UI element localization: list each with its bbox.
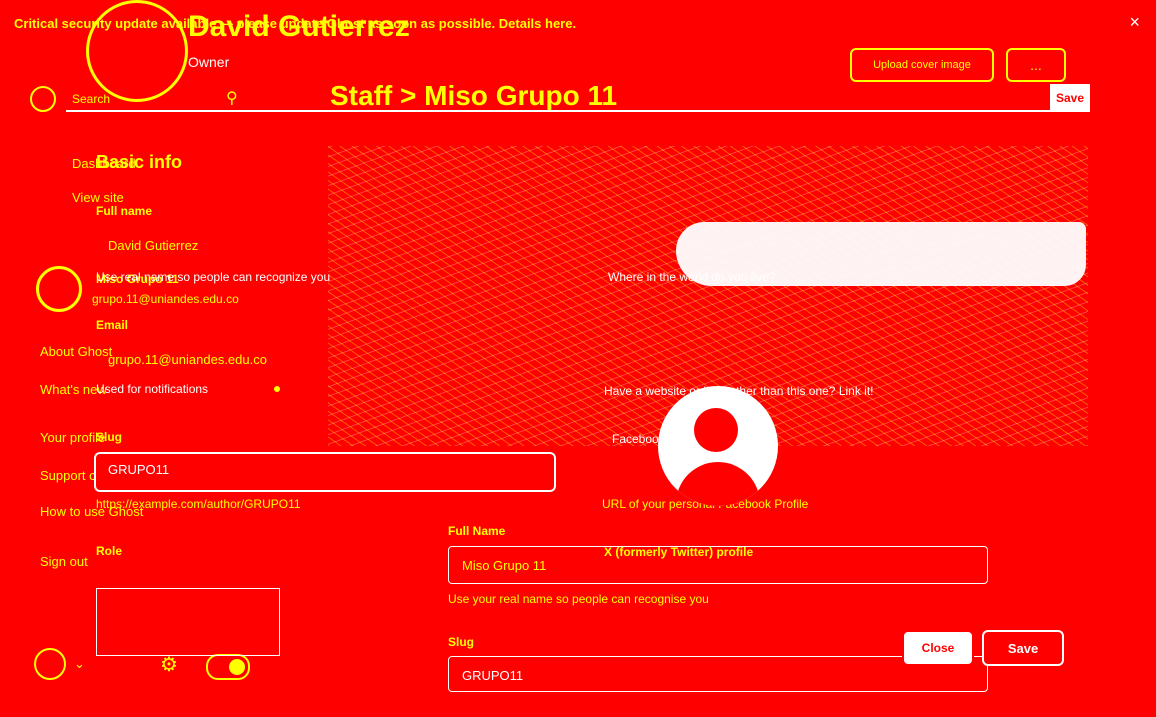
- slug-label: Slug: [96, 430, 122, 444]
- user-icon-head: [694, 408, 738, 452]
- slug-value[interactable]: GRUPO11: [108, 462, 169, 477]
- right-full-name-hint: Use your real name so people can recogni…: [448, 592, 709, 606]
- full-name-hint: Use real name so people can recognize yo…: [96, 270, 331, 284]
- search-label[interactable]: Search: [72, 92, 110, 106]
- staff-avatar: [86, 0, 188, 102]
- email-hint: Used for notifications: [96, 382, 209, 396]
- user-icon-body: [676, 462, 760, 506]
- right-slug-label: Slug: [448, 635, 474, 649]
- right-full-name-value[interactable]: Miso Grupo 11: [462, 558, 546, 573]
- right-full-name-label: Full Name: [448, 524, 506, 538]
- ghost-logo-icon: [30, 86, 56, 112]
- close-icon[interactable]: ×: [1129, 12, 1140, 33]
- user-avatar[interactable]: [34, 648, 66, 680]
- close-button[interactable]: Close: [902, 630, 974, 666]
- email-label: Email: [96, 318, 129, 332]
- slug-hint: https://example.com/author/GRUPO11: [96, 497, 301, 511]
- breadcrumb: Staff > Miso Grupo 11: [330, 80, 618, 111]
- save-button[interactable]: Save: [982, 630, 1064, 666]
- upload-cover-button[interactable]: Upload cover image: [850, 48, 994, 82]
- section-title: Basic info: [96, 152, 183, 172]
- full-name-field[interactable]: David Gutierrez: [108, 238, 198, 253]
- location-hint: Where in the world do you live?: [608, 270, 776, 284]
- modal-avatar[interactable]: [658, 386, 778, 506]
- role-select[interactable]: [96, 588, 280, 656]
- header-save-button[interactable]: Save: [1050, 84, 1090, 112]
- full-name-label: Full name: [96, 204, 153, 218]
- staff-name: David Gutierrez: [188, 10, 410, 43]
- role-label: Role: [96, 544, 123, 558]
- more-options-button[interactable]: ...: [1006, 48, 1066, 82]
- email-field[interactable]: grupo.11@uniandes.edu.co: [108, 352, 267, 367]
- staff-role: Owner: [188, 54, 230, 70]
- search-icon[interactable]: ⚲: [226, 88, 238, 108]
- right-slug-value[interactable]: GRUPO11: [462, 668, 523, 683]
